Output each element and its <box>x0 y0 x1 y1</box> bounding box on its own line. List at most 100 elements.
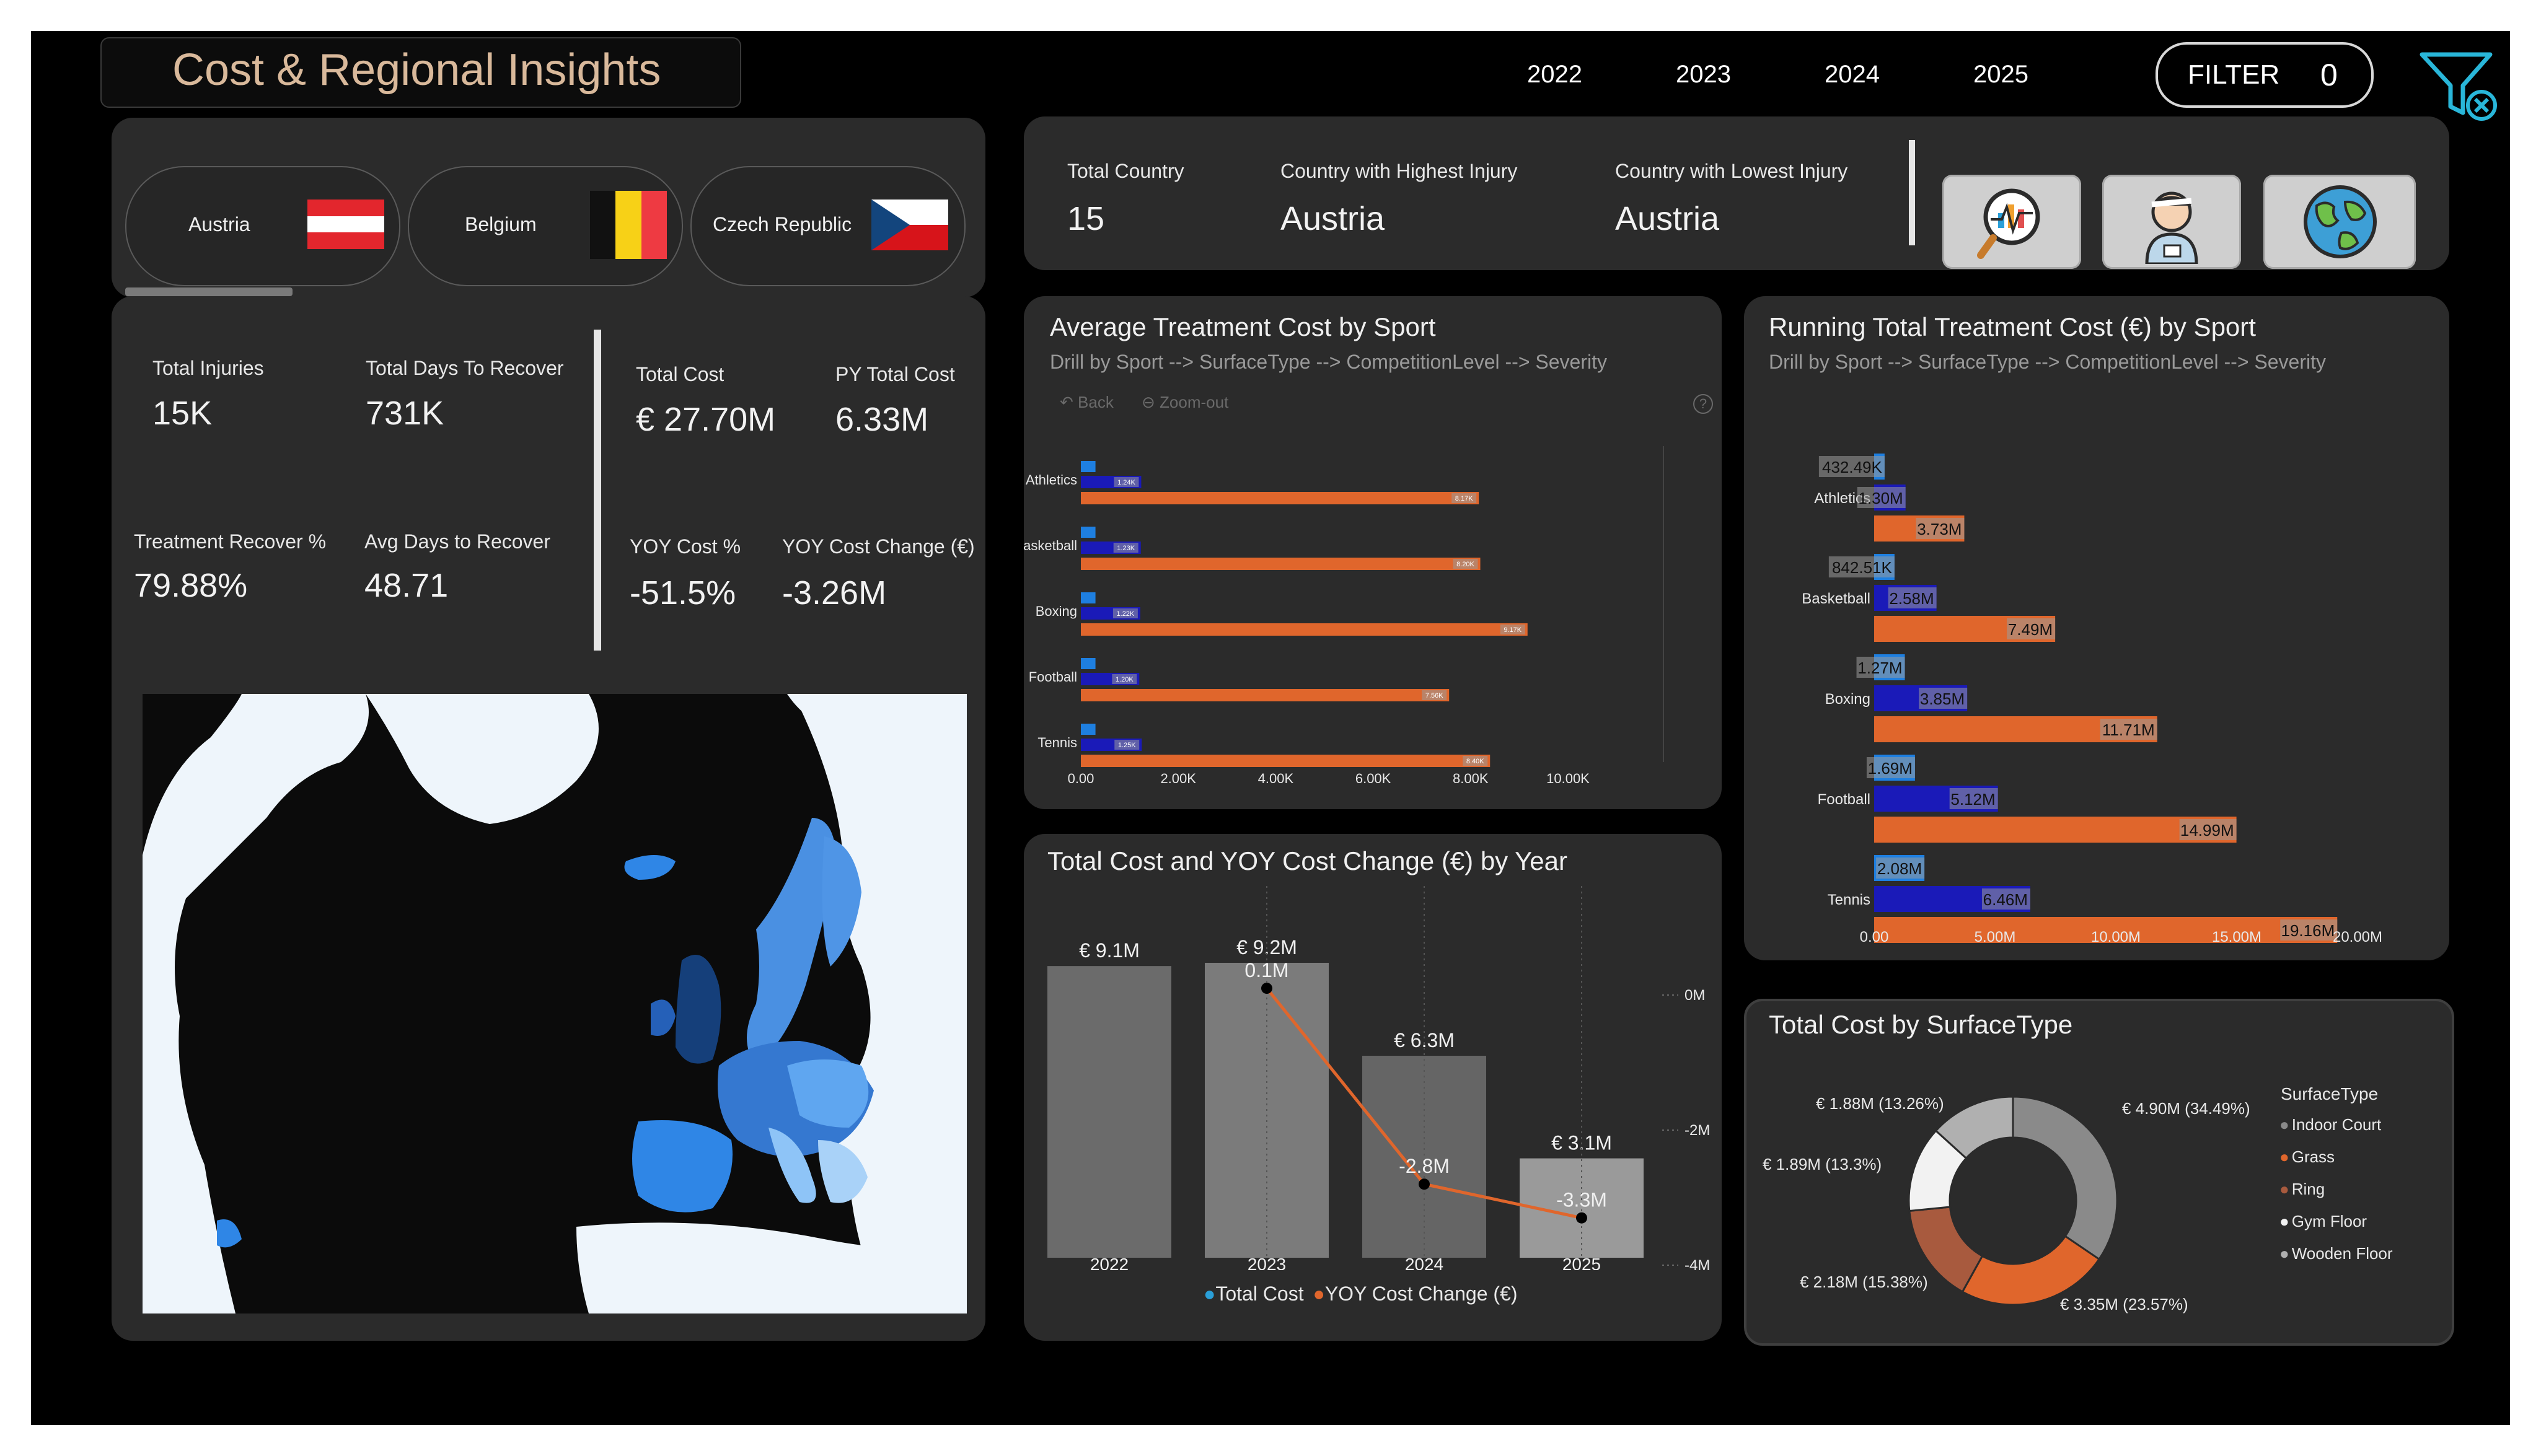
total-cost-value: € 27.70M <box>636 401 776 438</box>
avg-bar[interactable] <box>1081 592 1096 603</box>
year-2025-button[interactable]: 2025 <box>1973 61 2028 89</box>
avg-bar[interactable] <box>1081 492 1479 504</box>
belgium-flag-icon <box>590 191 667 259</box>
running-data-label: 3.73M <box>1917 520 1962 538</box>
year-2023-button[interactable]: 2023 <box>1676 61 1731 89</box>
chip-label-belgium: Belgium <box>465 213 537 235</box>
filter-button[interactable]: FILTER 0 <box>2156 42 2374 108</box>
country-chip-czech-republic[interactable]: Czech Republic <box>690 166 966 286</box>
surface-legend-item[interactable]: ● Gym Floor <box>2279 1212 2393 1244</box>
yoy-point[interactable] <box>1419 1178 1430 1190</box>
europe-map[interactable] <box>143 694 967 1313</box>
lowest-injury-label: Country with Lowest Injury <box>1615 160 1848 182</box>
running-category-label: Basketball <box>1802 590 1870 607</box>
surface-legend-item[interactable]: ● Wooden Floor <box>2279 1244 2393 1276</box>
yoy-point[interactable] <box>1576 1212 1587 1224</box>
surface-legend-item[interactable]: ● Indoor Court <box>2279 1115 2393 1147</box>
avg-category-label: Boxing <box>1036 603 1077 619</box>
surface-legend-dot: ● <box>2279 1212 2289 1230</box>
avg-bar[interactable] <box>1081 527 1096 538</box>
total-cost-label: Total Cost <box>636 363 724 385</box>
avg-days-value: 48.71 <box>364 567 449 604</box>
year-x-tick: 2023 <box>1248 1255 1286 1270</box>
year-2024-button[interactable]: 2024 <box>1825 61 1880 89</box>
treatment-recover-label: Treatment Recover % <box>134 530 327 553</box>
czech-flag-icon <box>871 200 948 250</box>
avg-bar[interactable] <box>1081 558 1481 570</box>
back-button[interactable]: ↶ Back <box>1060 393 1114 412</box>
running-category-label: Boxing <box>1825 691 1870 708</box>
running-data-label: 432.49K <box>1822 458 1883 476</box>
lowest-injury-value: Austria <box>1615 200 1720 237</box>
donut-slice-label: € 2.18M (15.38%) <box>1800 1273 1928 1291</box>
year-2022-button[interactable]: 2022 <box>1527 61 1582 89</box>
avg-data-label: 1.22K <box>1117 610 1135 618</box>
donut-slice-label: € 4.90M (34.49%) <box>2122 1099 2250 1118</box>
surface-legend-dot: ● <box>2279 1180 2289 1198</box>
avg-data-label: 1.24K <box>1117 479 1135 486</box>
year-x-tick: 2022 <box>1090 1255 1129 1270</box>
avg-data-label: 1.23K <box>1117 545 1135 552</box>
avg-bar[interactable] <box>1081 755 1491 767</box>
donut-slice[interactable] <box>2012 1095 2118 1261</box>
globe-icon <box>2304 185 2377 258</box>
avg-cost-chart[interactable]: Athletics 1.24K 8.17K Basketball 1.23K 8.20K B… <box>1024 428 1722 809</box>
running-x-tick: 0.00 <box>1860 929 1889 945</box>
running-x-tick: 20.00M <box>2333 929 2382 945</box>
kpi-divider <box>1909 140 1915 245</box>
surface-legend-dot: ● <box>2279 1147 2289 1166</box>
avg-data-label: 1.25K <box>1118 742 1136 749</box>
total-country-value: 15 <box>1067 200 1105 237</box>
donut-slice-label: € 1.89M (13.3%) <box>1763 1155 1882 1173</box>
yoy-point[interactable] <box>1261 983 1272 994</box>
avg-bar[interactable] <box>1081 689 1450 701</box>
yoy-point-label: 0.1M <box>1244 959 1288 981</box>
running-category-label: Tennis <box>1828 892 1870 908</box>
year-y2-tick: -4M <box>1684 1257 1710 1270</box>
avg-x-tick: 10.00K <box>1546 771 1590 786</box>
analytics-nav-button[interactable] <box>1942 175 2081 269</box>
running-data-label: 11.71M <box>2102 721 2155 739</box>
year-bar[interactable] <box>1047 966 1171 1258</box>
surface-legend-dot: ● <box>2279 1115 2289 1134</box>
year-y2-tick: -2M <box>1684 1122 1710 1139</box>
year-cost-chart[interactable]: € 9.1M2022€ 9.2M2023€ 6.3M2024€ 3.1M2025… <box>1024 886 1722 1270</box>
kpi-vertical-divider <box>594 330 601 651</box>
avg-bar[interactable] <box>1081 658 1096 669</box>
surface-donut-chart[interactable]: € 4.90M (34.49%) € 3.35M (23.57%) € 2.18M … <box>1744 1047 2277 1338</box>
year-x-tick: 2024 <box>1405 1255 1443 1270</box>
zoom-out-button[interactable]: ⊖ Zoom-out <box>1142 393 1228 412</box>
surface-legend-label: Ring <box>2291 1180 2325 1198</box>
austria-flag-icon <box>307 200 384 249</box>
running-data-label: 842.51K <box>1832 558 1893 577</box>
zoom-out-label: Zoom-out <box>1160 393 1229 411</box>
avg-bar[interactable] <box>1081 623 1528 636</box>
help-icon[interactable]: ? <box>1693 394 1713 414</box>
globe-nav-button[interactable] <box>2263 175 2416 269</box>
clear-filter-icon[interactable] <box>2417 48 2504 123</box>
running-data-label: 7.49M <box>2008 620 2053 639</box>
treatment-recover-value: 79.88% <box>134 567 248 604</box>
running-data-label: 2.08M <box>1877 859 1922 878</box>
avg-x-tick: 2.00K <box>1160 771 1196 786</box>
avg-bar[interactable] <box>1081 724 1096 735</box>
avg-data-label: 9.17K <box>1504 626 1522 634</box>
running-total-drill: Drill by Sport --> SurfaceType --> Compe… <box>1769 351 2326 373</box>
surface-legend-item[interactable]: ● Grass <box>2279 1147 2393 1180</box>
slicer-scrollbar[interactable] <box>125 287 293 296</box>
avg-cost-title: Average Treatment Cost by Sport <box>1050 312 1436 341</box>
avg-bar[interactable] <box>1081 461 1096 472</box>
chip-label-austria: Austria <box>188 213 250 235</box>
avg-data-label: 7.56K <box>1425 692 1443 699</box>
country-chip-austria[interactable]: Austria <box>125 166 400 286</box>
year-y2-tick: 0M <box>1684 987 1705 1004</box>
legend-total-cost: Total Cost <box>1215 1283 1304 1305</box>
avg-category-label: Athletics <box>1026 472 1077 488</box>
running-total-chart[interactable]: Athletics432.49K1.30M3.73MBasketball842.… <box>1744 403 2449 960</box>
avg-data-label: 1.20K <box>1116 676 1134 683</box>
avg-x-tick: 0.00 <box>1068 771 1094 786</box>
injury-nav-button[interactable] <box>2102 175 2241 269</box>
total-injuries-value: 15K <box>152 395 213 432</box>
country-chip-belgium[interactable]: Belgium <box>408 166 683 286</box>
surface-legend-item[interactable]: ● Ring <box>2279 1180 2393 1212</box>
